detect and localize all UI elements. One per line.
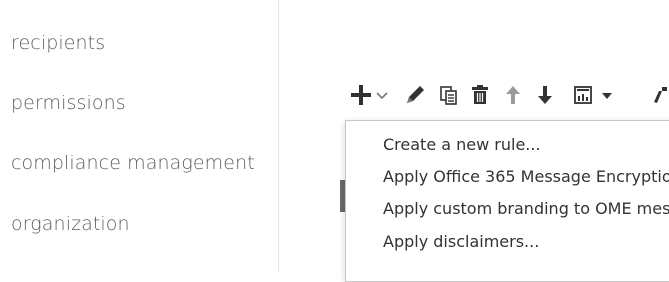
move-down-button[interactable]: [534, 80, 556, 110]
edit-icon: [407, 86, 424, 103]
report-icon: [574, 86, 592, 104]
move-up-button[interactable]: [502, 80, 524, 110]
menu-item-apply-disclaimers[interactable]: Apply disclaimers...: [383, 232, 539, 252]
more-icon: [654, 87, 667, 103]
nav-item-compliance-management[interactable]: compliance management: [11, 151, 255, 175]
delete-icon: [472, 85, 488, 104]
report-button[interactable]: [572, 80, 615, 110]
menu-item-apply-custom-branding[interactable]: Apply custom branding to OME mes: [383, 199, 669, 219]
edit-button[interactable]: [403, 80, 427, 110]
add-rule-button[interactable]: [348, 80, 388, 110]
nav-item-permissions[interactable]: permissions: [11, 91, 126, 115]
rules-toolbar: [345, 80, 669, 112]
copy-icon: [440, 86, 457, 105]
menu-item-apply-ome[interactable]: Apply Office 365 Message Encryptio: [383, 167, 669, 187]
add-icon: [351, 85, 371, 105]
chevron-down-icon: [602, 93, 612, 99]
nav-item-organization[interactable]: organization: [11, 212, 130, 236]
menu-item-create-new-rule[interactable]: Create a new rule...: [383, 135, 541, 155]
new-rule-dropdown-menu: Create a new rule... Apply Office 365 Me…: [345, 120, 669, 282]
copy-button[interactable]: [438, 80, 460, 110]
arrow-down-icon: [538, 86, 552, 104]
delete-button[interactable]: [469, 80, 491, 110]
nav-item-recipients[interactable]: recipients: [11, 31, 105, 55]
arrow-up-icon: [506, 86, 520, 104]
more-button[interactable]: [653, 80, 667, 110]
left-nav: recipients permissions compliance manage…: [0, 0, 279, 272]
chevron-down-icon: [376, 92, 388, 100]
